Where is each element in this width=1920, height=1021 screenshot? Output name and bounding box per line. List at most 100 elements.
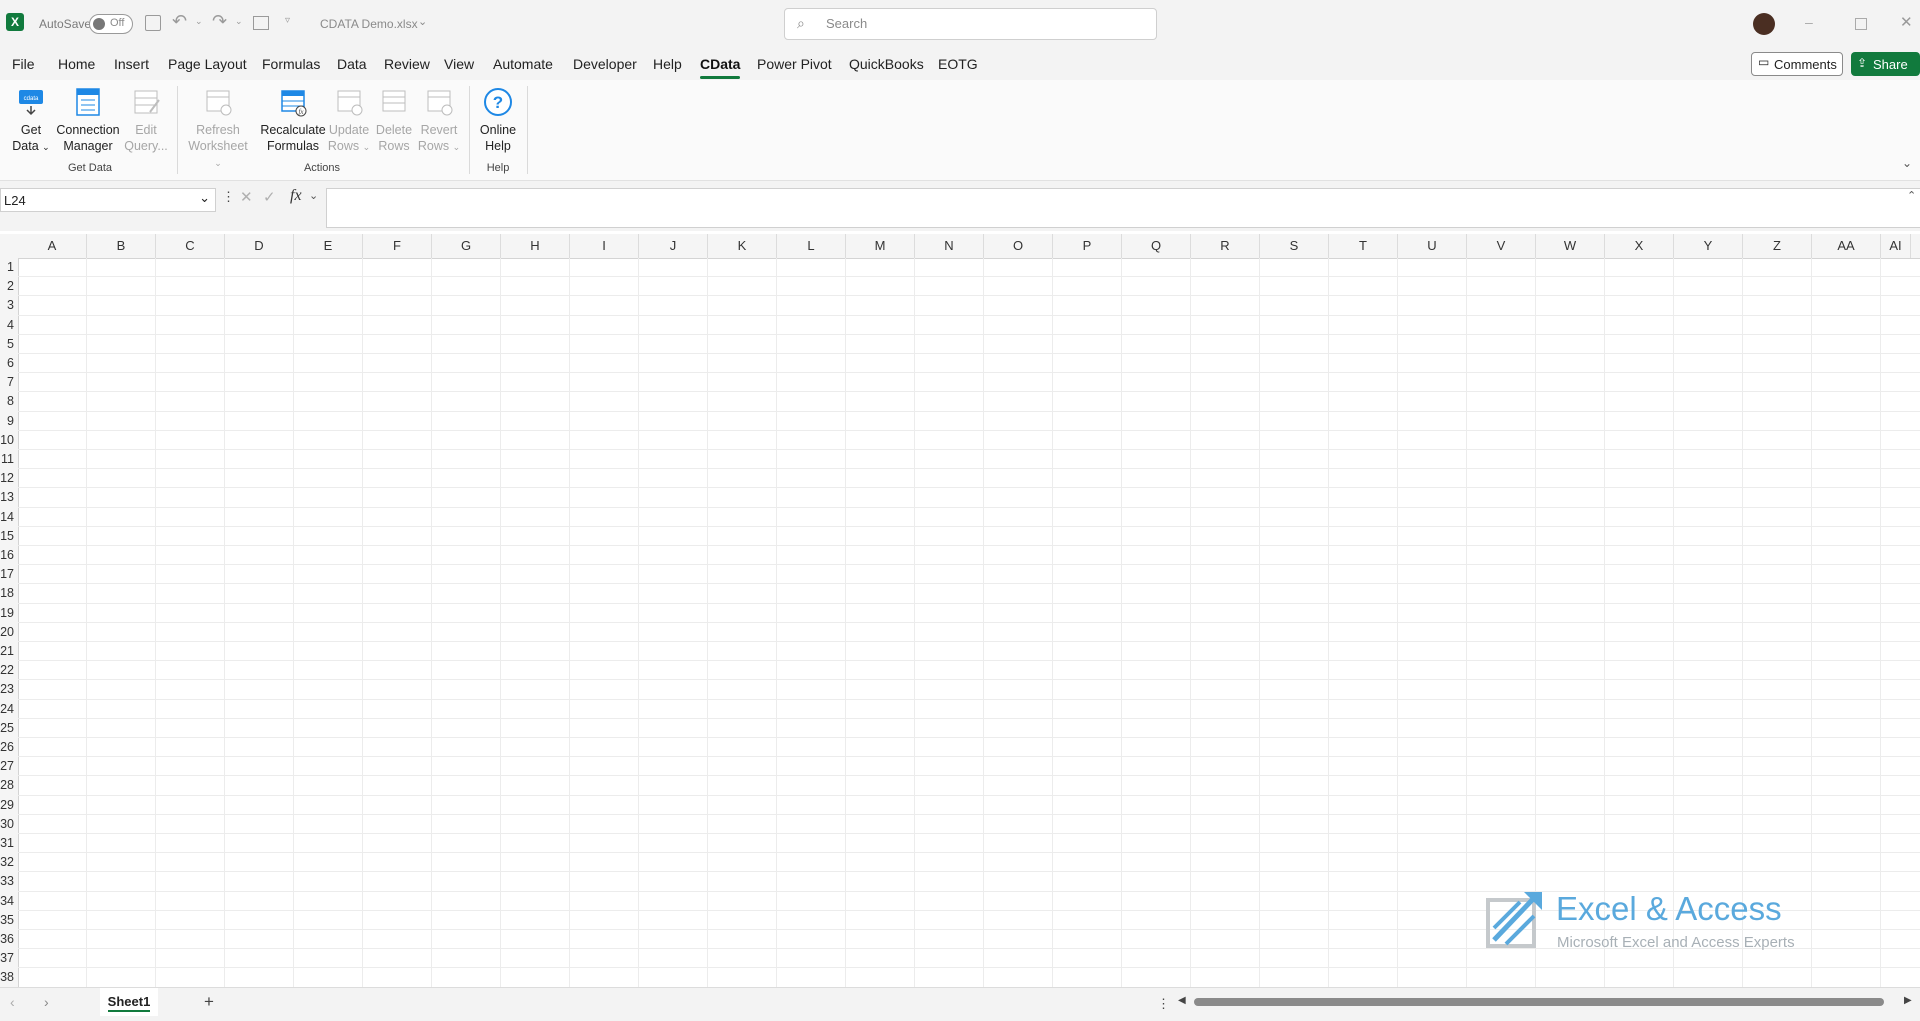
row-header[interactable]: 26: [0, 738, 14, 757]
undo-dropdown-icon[interactable]: ⌄: [195, 16, 203, 27]
cancel-icon[interactable]: ✕: [240, 188, 253, 206]
delete-rows-button[interactable]: Delete Rows: [373, 86, 415, 154]
row-header[interactable]: 4: [0, 316, 14, 335]
row-header[interactable]: 22: [0, 661, 14, 680]
row-header[interactable]: 36: [0, 930, 14, 949]
column-header[interactable]: D: [225, 234, 294, 258]
row-header[interactable]: 15: [0, 527, 14, 546]
tab-home[interactable]: Home: [58, 56, 95, 72]
edit-query-button[interactable]: Edit Query...: [124, 86, 168, 154]
scroll-right-sheets-icon[interactable]: ›: [44, 994, 49, 1010]
tab-review[interactable]: Review: [384, 56, 430, 72]
column-header[interactable]: AA: [1812, 234, 1881, 258]
column-header[interactable]: S: [1260, 234, 1329, 258]
row-header[interactable]: 30: [0, 815, 14, 834]
row-header[interactable]: 19: [0, 604, 14, 623]
row-header[interactable]: 33: [0, 872, 14, 891]
column-header[interactable]: J: [639, 234, 708, 258]
refresh-worksheet-button[interactable]: Refresh Worksheet ⌄: [183, 86, 253, 171]
scroll-left-sheets-icon[interactable]: ‹: [10, 994, 15, 1010]
row-header[interactable]: 24: [0, 700, 14, 719]
insert-function-icon[interactable]: fx: [290, 187, 302, 205]
search-box[interactable]: ⌕ Search: [784, 8, 1157, 40]
form-icon[interactable]: [253, 16, 269, 30]
row-header[interactable]: 31: [0, 834, 14, 853]
update-rows-button[interactable]: Update Rows ⌄: [327, 86, 371, 155]
row-header[interactable]: 7: [0, 373, 14, 392]
row-header[interactable]: 25: [0, 719, 14, 738]
horizontal-scrollbar[interactable]: ◀ ▶: [1178, 994, 1920, 1012]
column-header[interactable]: L: [777, 234, 846, 258]
tab-page-layout[interactable]: Page Layout: [168, 56, 247, 72]
column-header[interactable]: T: [1329, 234, 1398, 258]
autosave-toggle[interactable]: Off: [89, 14, 133, 34]
row-header[interactable]: 21: [0, 642, 14, 661]
scrollbar-thumb[interactable]: [1194, 998, 1884, 1006]
tab-insert[interactable]: Insert: [114, 56, 149, 72]
tab-power-pivot[interactable]: Power Pivot: [757, 56, 832, 72]
expand-formula-bar-icon[interactable]: ⌃: [1907, 189, 1916, 202]
customize-qat-icon[interactable]: ▿: [285, 15, 290, 26]
tab-automate[interactable]: Automate: [493, 56, 553, 72]
column-header[interactable]: W: [1536, 234, 1605, 258]
tab-eotg[interactable]: EOTG: [938, 56, 978, 72]
online-help-button[interactable]: ? Online Help: [476, 86, 520, 154]
get-data-button[interactable]: cdata Get Data ⌄: [10, 86, 52, 155]
row-header[interactable]: 3: [0, 296, 14, 315]
redo-dropdown-icon[interactable]: ⌄: [235, 16, 243, 27]
tab-quickbooks[interactable]: QuickBooks: [849, 56, 924, 72]
tab-data[interactable]: Data: [337, 56, 367, 72]
revert-rows-button[interactable]: Revert Rows ⌄: [416, 86, 462, 155]
column-header[interactable]: X: [1605, 234, 1674, 258]
row-header[interactable]: 38: [0, 968, 14, 987]
tab-file[interactable]: File: [12, 56, 35, 72]
row-header[interactable]: 32: [0, 853, 14, 872]
enter-icon[interactable]: ✓: [263, 188, 276, 206]
more-options-icon[interactable]: ⋮: [1157, 996, 1170, 1012]
tab-help[interactable]: Help: [653, 56, 682, 72]
formula-input[interactable]: [326, 188, 1920, 228]
select-all-corner[interactable]: [0, 234, 18, 258]
recalculate-formulas-button[interactable]: fx Recalculate Formulas: [259, 86, 327, 154]
row-header[interactable]: 18: [0, 584, 14, 603]
connection-manager-button[interactable]: Connection Manager: [56, 86, 120, 154]
column-header[interactable]: Z: [1743, 234, 1812, 258]
column-header[interactable]: V: [1467, 234, 1536, 258]
row-header[interactable]: 5: [0, 335, 14, 354]
tab-view[interactable]: View: [444, 56, 474, 72]
column-header[interactable]: N: [915, 234, 984, 258]
row-header[interactable]: 2: [0, 277, 14, 296]
row-header[interactable]: 34: [0, 892, 14, 911]
column-header[interactable]: O: [984, 234, 1053, 258]
scroll-left-arrow-icon[interactable]: ◀: [1178, 995, 1186, 1006]
column-header[interactable]: H: [501, 234, 570, 258]
row-header[interactable]: 8: [0, 392, 14, 411]
column-header[interactable]: B: [87, 234, 156, 258]
row-header[interactable]: 13: [0, 488, 14, 507]
tab-cdata[interactable]: CData: [700, 56, 740, 72]
column-header[interactable]: A: [18, 234, 87, 258]
row-header[interactable]: 16: [0, 546, 14, 565]
name-box[interactable]: L24 ⌄: [0, 188, 216, 212]
restore-icon[interactable]: [1855, 18, 1867, 30]
worksheet-grid[interactable]: ABCDEFGHIJKLMNOPQRSTUVWXYZAAAI 123456789…: [0, 234, 1920, 987]
row-header[interactable]: 20: [0, 623, 14, 642]
collapse-ribbon-icon[interactable]: ⌄: [1902, 156, 1912, 170]
tab-developer[interactable]: Developer: [573, 56, 637, 72]
column-header[interactable]: P: [1053, 234, 1122, 258]
column-header[interactable]: I: [570, 234, 639, 258]
comments-button[interactable]: ▭ Comments: [1751, 52, 1843, 76]
save-icon[interactable]: [145, 15, 161, 31]
avatar[interactable]: [1753, 13, 1775, 35]
close-icon[interactable]: ✕: [1900, 13, 1913, 31]
column-header[interactable]: Q: [1122, 234, 1191, 258]
redo-icon[interactable]: ↷: [212, 11, 227, 32]
file-name[interactable]: CDATA Demo.xlsx: [320, 17, 418, 31]
column-header[interactable]: K: [708, 234, 777, 258]
column-header[interactable]: E: [294, 234, 363, 258]
share-button[interactable]: ⇪ Share: [1851, 52, 1920, 76]
sheet-tab-sheet1[interactable]: Sheet1: [100, 988, 158, 1016]
row-header[interactable]: 23: [0, 680, 14, 699]
row-header[interactable]: 6: [0, 354, 14, 373]
undo-icon[interactable]: ↶: [172, 11, 187, 32]
